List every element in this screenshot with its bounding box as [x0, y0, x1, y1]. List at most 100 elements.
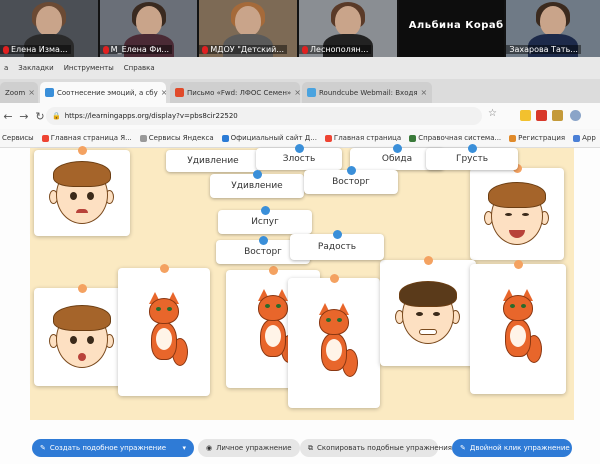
- bookmark-item[interactable]: Справочная система...: [409, 134, 501, 142]
- person-icon[interactable]: [570, 110, 581, 121]
- picture-card[interactable]: [380, 256, 476, 366]
- drag-handle[interactable]: [347, 166, 356, 175]
- extension-icon[interactable]: [552, 110, 563, 121]
- drag-handle[interactable]: [393, 144, 402, 153]
- picture-card[interactable]: [34, 284, 130, 386]
- bookmark-item[interactable]: Официальный сайт Д...: [221, 134, 317, 142]
- close-icon[interactable]: ×: [161, 88, 166, 97]
- extension-icon[interactable]: [536, 110, 547, 121]
- screen: { "participants": [ {"name": "Елена Изма…: [0, 0, 600, 464]
- site-icon: [409, 134, 417, 142]
- fox-picture: [139, 292, 189, 372]
- bookmark-item[interactable]: Сервисы: [2, 134, 34, 142]
- mic-muted-icon: [102, 45, 109, 54]
- picture-card[interactable]: [470, 260, 566, 394]
- tab-exercise[interactable]: Соотнесение эмоций, а сбу ×: [40, 82, 166, 103]
- close-icon[interactable]: ×: [294, 88, 300, 97]
- bookmark-item[interactable]: Главная страница: [324, 134, 401, 142]
- site-icon: [221, 134, 229, 142]
- mic-muted-icon: [3, 45, 9, 54]
- participant-tile[interactable]: Альбина Кораб...: [398, 0, 505, 57]
- menu-item-help[interactable]: Справка: [124, 64, 155, 72]
- drag-handle[interactable]: [424, 256, 433, 265]
- exercise-toolbar: ✎ Создать подобное упражнение ▾ ◉ Личное…: [0, 436, 600, 464]
- drag-handle[interactable]: [468, 144, 477, 153]
- private-exercise-button[interactable]: ◉ Личное упражнение: [198, 439, 300, 457]
- fox-picture: [309, 303, 359, 383]
- menu-item-bookmarks[interactable]: Закладки: [18, 64, 53, 72]
- picture-card[interactable]: [288, 274, 380, 408]
- picture-card[interactable]: [118, 264, 210, 396]
- star-icon[interactable]: ☆: [488, 108, 499, 119]
- drag-handle[interactable]: [333, 230, 342, 239]
- embed-exercise-button[interactable]: ✎ Двойной клик упражнение: [452, 439, 572, 457]
- similar-exercises-button[interactable]: ⧉ Скопировать подобные упражнения: [300, 439, 452, 457]
- bookmark-item[interactable]: Сервисы Яндекса: [139, 134, 214, 142]
- exercise-page: Удивление Злость Обида Грусть Удивление …: [0, 144, 600, 436]
- participant-tile[interactable]: Леснополян...: [299, 0, 397, 57]
- fox-picture: [493, 289, 543, 369]
- zoom-participant-strip: Елена Изма... М_Елена Фи... МДОУ "Детски…: [0, 0, 600, 57]
- bookmark-item[interactable]: App: [573, 134, 596, 142]
- close-icon[interactable]: ×: [421, 88, 428, 97]
- participant-tile[interactable]: МДОУ "Детский...: [199, 0, 298, 57]
- participant-name: МДОУ "Детский...: [210, 45, 284, 54]
- learningapps-icon: [45, 88, 54, 97]
- close-icon[interactable]: ×: [28, 88, 35, 97]
- browser-menu-bar: a Закладки Инструменты Справка: [0, 57, 600, 79]
- boy-face-sad-picture: [49, 158, 115, 228]
- browser-tab-bar: Zoom × Соотнесение эмоций, а сбу × Письмо …: [0, 79, 600, 180]
- copy-icon: ⧉: [308, 443, 313, 452]
- lock-icon: 🔒: [52, 112, 61, 120]
- drag-handle[interactable]: [78, 284, 87, 293]
- chevron-down-icon[interactable]: ▾: [182, 444, 186, 452]
- mail-icon: [175, 88, 184, 97]
- exercise-board: Удивление Злость Обида Грусть Удивление …: [30, 144, 574, 420]
- boy-face-angry-picture: [395, 278, 461, 348]
- site-icon: [509, 134, 517, 142]
- drag-handle[interactable]: [78, 146, 87, 155]
- url-text: https://learningapps.org/display?v=pbs8c…: [64, 112, 238, 120]
- create-similar-button[interactable]: ✎ Создать подобное упражнение ▾: [32, 439, 194, 457]
- emotion-word-card[interactable]: Удивление: [210, 170, 304, 198]
- mic-muted-icon: [302, 45, 309, 54]
- tab-mail[interactable]: Письмо «Fwd: ЛФОС Семен» ×: [170, 82, 300, 103]
- participant-name: Елена Изма...: [11, 45, 68, 54]
- tab-zoom[interactable]: Zoom ×: [0, 82, 38, 103]
- drag-handle[interactable]: [160, 264, 169, 273]
- participant-tile[interactable]: Елена Изма...: [0, 0, 98, 57]
- participant-tile[interactable]: М_Елена Фи...: [99, 0, 198, 57]
- menu-item[interactable]: a: [4, 64, 8, 72]
- drag-handle[interactable]: [269, 266, 278, 275]
- emotion-word-card[interactable]: Злость: [256, 144, 342, 170]
- participant-name-large: Альбина Кораб...: [408, 20, 505, 31]
- drag-handle[interactable]: [514, 260, 523, 269]
- site-icon: [324, 134, 332, 142]
- yandex-icon: [41, 134, 49, 142]
- drag-handle[interactable]: [259, 236, 268, 245]
- bookmark-item[interactable]: Главная страница Я...: [41, 134, 132, 142]
- bookmark-item[interactable]: Регистрация: [509, 134, 565, 142]
- webmail-icon: [307, 88, 316, 97]
- boy-face-happy-picture: [484, 179, 550, 249]
- emotion-word-card[interactable]: Удивление: [166, 150, 260, 172]
- back-icon[interactable]: ←: [0, 110, 16, 123]
- drag-handle[interactable]: [261, 206, 270, 215]
- address-input[interactable]: 🔒 https://learningapps.org/display?v=pbs…: [46, 107, 482, 125]
- participant-tile[interactable]: Захарова Тать...: [506, 0, 600, 57]
- extension-icon[interactable]: [520, 110, 531, 121]
- picture-card[interactable]: [34, 146, 130, 236]
- drag-handle[interactable]: [253, 170, 262, 179]
- emotion-word-card[interactable]: Восторг: [304, 166, 398, 194]
- menu-item-tools[interactable]: Инструменты: [64, 64, 114, 72]
- emotion-word-card[interactable]: Грусть: [426, 144, 518, 170]
- emotion-word-card[interactable]: Испуг: [218, 206, 312, 234]
- forward-icon[interactable]: →: [16, 110, 32, 123]
- drag-handle[interactable]: [330, 274, 339, 283]
- mic-muted-icon: [202, 45, 209, 54]
- emotion-word-card[interactable]: Радость: [290, 230, 384, 260]
- picture-card[interactable]: [470, 164, 564, 260]
- drag-handle[interactable]: [295, 144, 304, 153]
- pencil-icon: ✎: [460, 444, 466, 452]
- tab-webmail[interactable]: Roundcube Webmail: Входя ×: [302, 82, 432, 103]
